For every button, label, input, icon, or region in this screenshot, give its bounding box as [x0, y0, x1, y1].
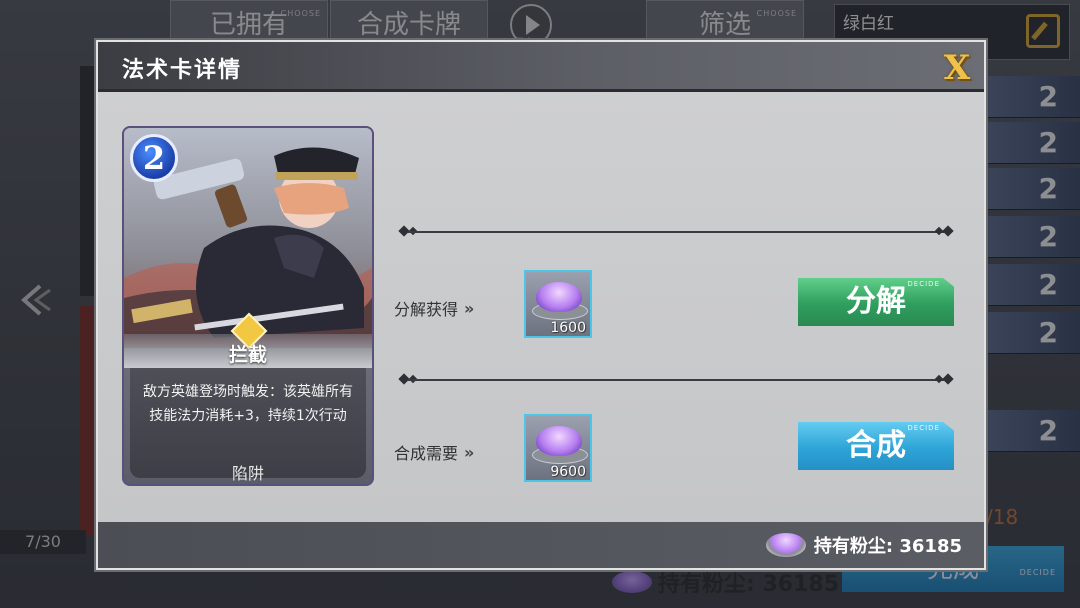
- owned-dust-display: 持有粉尘: 36185: [765, 532, 962, 558]
- card-type: 陷阱: [231, 464, 264, 483]
- double-chevron-icon: »: [464, 298, 474, 318]
- spell-card: 2 拦截 敌方英雄登场时触发：该英雄所有技能法力消耗+3，持续1次行动 陷阱: [122, 126, 374, 486]
- close-icon[interactable]: X: [938, 50, 976, 86]
- card-name: 拦截: [228, 344, 267, 366]
- compose-dust-amount: 9600: [550, 464, 586, 480]
- compose-cost-text: 合成需要: [394, 444, 459, 463]
- compose-cost-label: 合成需要 »: [394, 440, 475, 464]
- decompose-button-label: 分解: [846, 284, 906, 319]
- mana-cost-badge: 2: [130, 134, 178, 182]
- section-divider: [398, 373, 954, 386]
- card-description: 敌方英雄登场时触发：该英雄所有技能法力消耗+3，持续1次行动: [143, 384, 353, 424]
- decompose-dust-tile: 1600: [524, 270, 592, 338]
- decompose-gain-text: 分解获得: [394, 300, 459, 319]
- decompose-button[interactable]: 分解 DECIDE: [798, 278, 954, 326]
- dust-icon: [765, 533, 806, 557]
- spell-card-detail-modal: 法术卡详情 X 2 拦截 敌方英雄登场时触发：该英雄所有技能法力消耗+3，持续1…: [96, 40, 986, 570]
- section-divider: [398, 225, 954, 238]
- compose-button[interactable]: 合成 DECIDE: [798, 422, 954, 470]
- modal-title: 法术卡详情: [122, 58, 243, 83]
- owned-dust-text: 持有粉尘: 36185: [813, 536, 962, 557]
- compose-button-tag: DECIDE: [907, 424, 940, 432]
- modal-header: 法术卡详情 X: [98, 42, 984, 92]
- compose-dust-tile: 9600: [524, 414, 592, 482]
- decompose-gain-label: 分解获得 »: [394, 296, 475, 320]
- decompose-button-tag: DECIDE: [907, 280, 940, 288]
- compose-button-label: 合成: [846, 428, 906, 463]
- dust-icon: [536, 426, 582, 456]
- dust-icon: [536, 282, 582, 312]
- double-chevron-icon: »: [464, 442, 474, 462]
- modal-footer: 持有粉尘: 36185: [98, 522, 984, 568]
- decompose-dust-amount: 1600: [550, 320, 586, 336]
